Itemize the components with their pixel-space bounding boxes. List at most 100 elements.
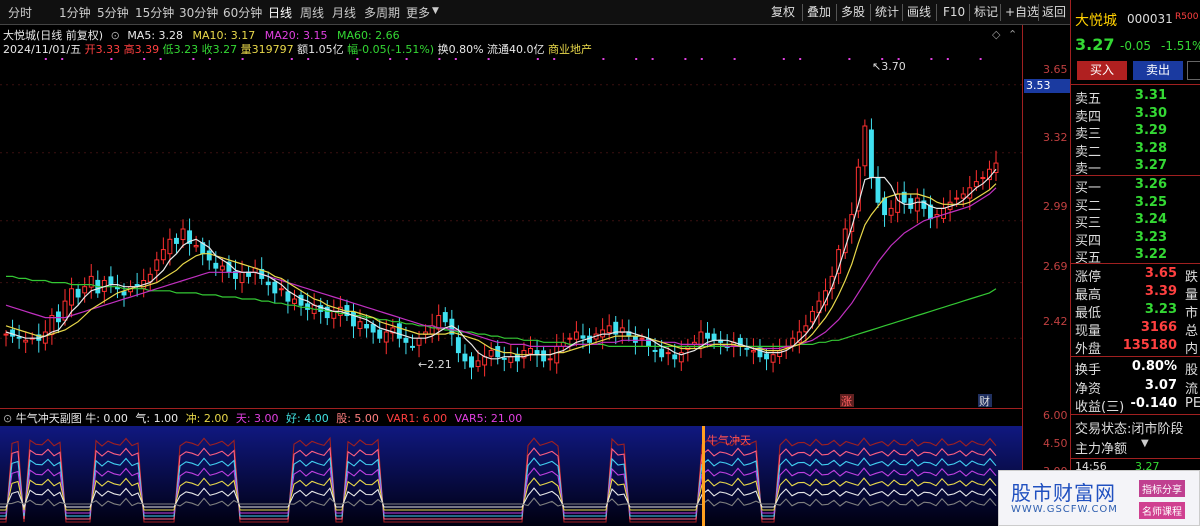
stat-row-suffix: 流	[1185, 381, 1199, 397]
stat-row-suffix: 总	[1185, 324, 1199, 339]
period-60min[interactable]: 60分钟	[223, 4, 262, 22]
chart-info-line: 大悦城(日线 前复权) ⊙ MA5: 3.28 MA10: 3.17 MA20:…	[3, 27, 400, 42]
candle-body	[659, 348, 665, 358]
candle-body	[567, 337, 573, 340]
divider	[1071, 356, 1200, 357]
add-watchlist-button[interactable]: +自选	[1002, 3, 1042, 22]
stat-row[interactable]: 最高 3.39 量	[1075, 284, 1200, 303]
stat-row[interactable]: 外盘 135180 内	[1075, 338, 1200, 357]
signal-bar	[702, 426, 705, 526]
ask-row[interactable]: 卖四 3.30	[1075, 106, 1199, 125]
f10-button[interactable]: F10	[940, 3, 968, 22]
candle-body	[213, 262, 219, 269]
candle-body	[482, 356, 488, 366]
divider	[969, 4, 970, 21]
bid-row[interactable]: 买二 3.25	[1075, 195, 1199, 214]
stat-row-label: 涨停	[1075, 270, 1102, 285]
period-30min[interactable]: 30分钟	[179, 4, 218, 22]
candle-body	[711, 333, 717, 341]
divider	[936, 4, 937, 21]
stat-row[interactable]: 现量 3166 总	[1075, 320, 1200, 339]
signal-dot	[635, 58, 638, 60]
period-5min[interactable]: 5分钟	[97, 4, 129, 22]
candle-body	[42, 331, 48, 344]
ask-row[interactable]: 卖三 3.29	[1075, 123, 1199, 142]
divider	[902, 4, 903, 21]
signal-dot	[979, 58, 982, 60]
ask-row[interactable]: 卖五 3.31	[1075, 88, 1199, 107]
signal-dot	[438, 58, 441, 60]
chevron-down-icon[interactable]: ▼	[432, 6, 439, 16]
candle-body	[167, 238, 173, 255]
stat-row-label: 最高	[1075, 288, 1102, 303]
stat-row[interactable]: 涨停 3.65 跌	[1075, 266, 1200, 285]
back-button[interactable]: 返回	[1039, 3, 1069, 22]
overlay-button[interactable]: 叠加	[804, 3, 834, 22]
candle-body	[777, 350, 783, 358]
stat-row-value: 0.80%	[1131, 359, 1177, 374]
stat-row[interactable]: 最低 3.23 市	[1075, 302, 1200, 321]
bid-row-label: 买二	[1075, 198, 1102, 214]
period-daily[interactable]: 日线	[268, 4, 292, 22]
candle-body	[501, 357, 507, 360]
sector-label[interactable]: 商业地产	[548, 43, 592, 56]
chevron-down-icon[interactable]: ▼	[1141, 438, 1149, 449]
sub-tick-label: 4.50	[1043, 437, 1068, 450]
signal-dot	[782, 58, 785, 60]
period-monthly[interactable]: 月线	[332, 4, 356, 22]
stat-row-value: 3.23	[1144, 302, 1177, 317]
stat-row[interactable]: 收益(三) -0.140 PE	[1075, 396, 1200, 415]
signal-dot	[536, 58, 539, 60]
bid-row[interactable]: 买四 3.23	[1075, 230, 1199, 249]
period-weekly[interactable]: 周线	[300, 4, 324, 22]
stats-button[interactable]: 统计	[872, 3, 902, 22]
net-flow-label[interactable]: 主力净额 ▼	[1075, 438, 1200, 457]
close-icon[interactable]	[1187, 61, 1200, 80]
stat-row-value: 3.65	[1144, 266, 1177, 281]
candle-body	[672, 354, 678, 360]
draw-line-button[interactable]: 画线	[904, 3, 934, 22]
period-multi[interactable]: 多周期	[364, 4, 400, 22]
candle-body	[55, 311, 61, 323]
stat-row[interactable]: 换手 0.80% 股	[1075, 359, 1200, 378]
candle-body	[868, 129, 874, 178]
stock-chart-app: 分时 1分钟 5分钟 15分钟 30分钟 60分钟 日线 周线 月线 多周期 更…	[0, 0, 1200, 526]
restore-right-button[interactable]: 复权	[768, 3, 798, 22]
candle-body	[410, 345, 415, 348]
diamond-icon[interactable]: ◇	[992, 28, 1000, 41]
bid-row[interactable]: 买一 3.26	[1075, 177, 1199, 196]
candle-body	[396, 323, 402, 339]
signal-dot	[159, 58, 162, 60]
bid-row[interactable]: 买三 3.24	[1075, 212, 1199, 231]
candle-body	[82, 286, 88, 294]
ask-row[interactable]: 卖二 3.28	[1075, 141, 1199, 160]
bid-row[interactable]: 买五 3.22	[1075, 247, 1199, 266]
sell-button[interactable]: 卖出	[1133, 61, 1183, 80]
buy-button[interactable]: 买入	[1077, 61, 1127, 80]
candle-body	[174, 237, 179, 244]
stat-row[interactable]: 净资 3.07 流	[1075, 378, 1200, 397]
up-arrow-icon[interactable]: ⌃	[1008, 28, 1017, 41]
period-fenshi[interactable]: 分时	[8, 4, 32, 22]
signal-dot	[389, 58, 392, 60]
stat-row-value: 3.39	[1144, 284, 1177, 299]
signal-dot	[192, 58, 195, 60]
ask-row[interactable]: 卖一 3.27	[1075, 158, 1199, 177]
period-15min[interactable]: 15分钟	[135, 4, 174, 22]
stat-row-suffix: PE	[1185, 396, 1200, 411]
y-tick-label: 2.99	[1043, 200, 1068, 213]
ask-row-value: 3.27	[1134, 158, 1167, 173]
candle-body	[403, 337, 409, 343]
period-1min[interactable]: 1分钟	[59, 4, 91, 22]
mark-button[interactable]: 标记	[971, 3, 1001, 22]
multi-stock-button[interactable]: 多股	[838, 3, 868, 22]
candle-body	[665, 352, 671, 355]
signal-dot	[44, 58, 47, 60]
bid-row-label: 买一	[1075, 181, 1102, 196]
watermark-tag: 指标分享	[1139, 480, 1185, 497]
y-tick-label: 3.65	[1043, 63, 1068, 76]
price-chart[interactable]: ↖3.70←2.21涨财	[0, 56, 1022, 408]
toolbar: 分时 1分钟 5分钟 15分钟 30分钟 60分钟 日线 周线 月线 多周期 更…	[0, 0, 1070, 25]
settings-icon[interactable]: ⊙	[3, 412, 12, 425]
period-more[interactable]: 更多	[406, 4, 430, 22]
